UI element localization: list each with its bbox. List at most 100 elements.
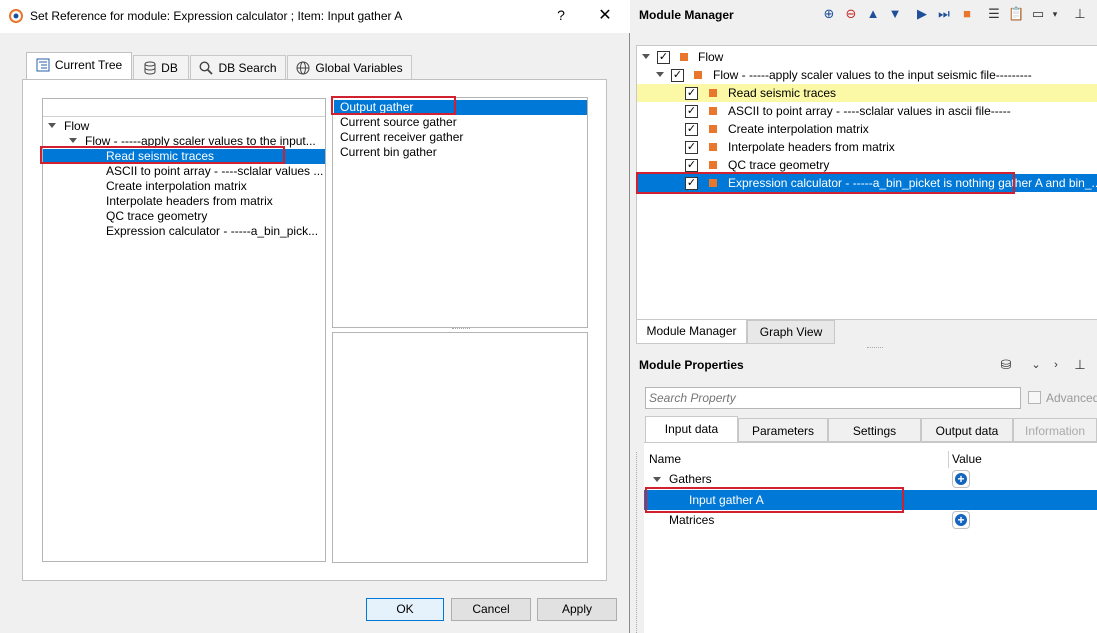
close-button[interactable]: ✕ [596,5,614,25]
plus-icon: + [957,472,965,486]
layout-icon[interactable]: ▭ [1030,6,1046,22]
tab-information[interactable]: Information [1013,418,1097,442]
tab-db-search[interactable]: DB Search [190,55,286,80]
add-module-icon[interactable]: ⊕ [821,6,837,22]
pin-icon[interactable]: ⊥ [1072,6,1088,22]
table-row-gathers[interactable]: Gathers + [644,469,1097,489]
reference-item-current-source-gather[interactable]: Current source gather [334,115,587,130]
run-step-icon[interactable]: ⏭ [936,6,952,22]
mm-tree-item-ascii-to-point-array[interactable]: ✓ ASCII to point array - ----sclalar val… [637,102,1097,120]
tab-module-manager[interactable]: Module Manager [636,320,747,344]
checkbox-icon[interactable]: ✓ [685,105,698,118]
tree-item-expression-calculator[interactable]: Expression calculator - -----a_bin_pick.… [106,224,318,239]
mm-item-label: Create interpolation matrix [728,122,869,136]
ok-button[interactable]: OK [366,598,444,621]
tree-item-read-seismic-traces[interactable]: Read seismic traces [43,149,325,164]
mm-tree-item-expression-calculator[interactable]: ✓ Expression calculator - -----a_bin_pic… [637,174,1097,192]
tree-item-ascii-to-point-array[interactable]: ASCII to point array - ----sclalar value… [106,164,323,179]
mm-tree-item-flow[interactable]: ✓ Flow - -----apply scaler values to the… [637,66,1097,84]
checkbox-icon[interactable]: ✓ [685,123,698,136]
mm-item-label: Expression calculator - -----a_bin_picke… [728,176,1097,190]
search-icon [199,61,214,75]
current-tree-view[interactable]: Flow Flow - -----apply scaler values to … [42,98,326,562]
chevron-right-icon[interactable]: › [1048,357,1064,373]
chevron-down-icon[interactable]: ▾ [1047,6,1063,22]
database-icon [144,61,156,75]
help-button[interactable]: ? [553,7,569,23]
checkbox-icon[interactable]: ✓ [685,159,698,172]
tab-output-data[interactable]: Output data [921,418,1013,442]
tree-item-label: Expression calculator - -----a_bin_pick.… [106,224,319,238]
table-row-matrices[interactable]: Matrices + [644,510,1097,530]
clipboard-icon[interactable]: 📋 [1008,6,1024,22]
move-down-icon[interactable]: ▼ [887,6,903,22]
tab-global-variables[interactable]: Global Variables [287,55,412,80]
tab-label: Global Variables [315,61,403,75]
add-gather-button[interactable]: + [952,470,970,488]
row-label: Input gather A [689,493,764,507]
tree-header [43,99,325,117]
stop-icon[interactable]: ■ [959,6,975,22]
mm-tree-item-create-interpolation-matrix[interactable]: ✓ Create interpolation matrix [637,120,1097,138]
tree-item-flow[interactable]: Flow - -----apply scaler values to the i… [69,134,325,149]
splitter-handle[interactable] [636,452,639,633]
right-panels: Module Manager ⊕ ⊖ ▲ ▼ ▶ ⏭ ■ ☰ 📋 ▭ ▾ ⊥ ✓… [636,0,1097,633]
tab-current-tree[interactable]: Current Tree [26,52,132,80]
tree-item-create-interpolation-matrix[interactable]: Create interpolation matrix [106,179,247,194]
tab-settings[interactable]: Settings [828,418,921,442]
advanced-label: Advanced [1046,391,1097,405]
module-manager-title: Module Manager [639,8,734,22]
row-label: Gathers [669,472,712,486]
tree-item-qc-trace-geometry[interactable]: QC trace geometry [106,209,207,224]
tab-label: DB Search [218,61,277,75]
add-matrix-button[interactable]: + [952,511,970,529]
reference-label: Current receiver gather [340,130,464,144]
module-manager-tree[interactable]: ✓ Flow ✓ Flow - -----apply scaler values… [636,45,1097,320]
tree-item-label: Flow [64,119,90,133]
column-header-name: Name [649,452,682,466]
search-property-input[interactable] [645,387,1021,409]
table-header: Name Value [644,451,1097,468]
splitter-handle[interactable] [452,328,470,331]
checkbox-icon[interactable]: ✓ [685,141,698,154]
tab-parameters[interactable]: Parameters [738,418,828,442]
list-icon[interactable]: ☰ [986,6,1002,22]
tree-item-flow-root[interactable]: Flow [48,119,89,134]
tree-item-label: Interpolate headers from matrix [106,194,273,208]
move-up-icon[interactable]: ▲ [865,6,881,22]
tab-graph-view[interactable]: Graph View [747,320,835,344]
reference-item-output-gather[interactable]: Output gather [334,100,587,115]
pin-icon[interactable]: ⊥ [1072,357,1088,373]
reference-list[interactable]: Output gather Current source gather Curr… [332,97,588,328]
mm-tree-item-read-seismic-traces[interactable]: ✓ Read seismic traces [637,84,1097,102]
checkbox-icon[interactable]: ✓ [685,87,698,100]
reference-item-current-bin-gather[interactable]: Current bin gather [334,145,587,160]
mm-item-label: Flow [698,50,724,64]
remove-module-icon[interactable]: ⊖ [843,6,859,22]
cancel-button[interactable]: Cancel [451,598,531,621]
chevron-down-icon[interactable]: ⌄ [1028,357,1044,373]
apply-button[interactable]: Apply [537,598,617,621]
expand-arrow-icon [69,138,77,143]
table-row-input-gather-a[interactable]: Input gather A [644,490,1097,510]
tab-input-data[interactable]: Input data [645,416,738,443]
tree-item-label: QC trace geometry [106,209,208,223]
tree-item-interpolate-headers[interactable]: Interpolate headers from matrix [106,194,273,209]
expand-arrow-icon [656,72,664,77]
database-settings-icon[interactable]: ⛁ [998,357,1014,373]
reference-item-current-receiver-gather[interactable]: Current receiver gather [334,130,587,145]
mm-tree-item-flow-root[interactable]: ✓ Flow [637,48,1097,66]
splitter-handle[interactable] [867,347,883,348]
checkbox-icon[interactable]: ✓ [685,177,698,190]
run-icon[interactable]: ▶ [914,6,930,22]
mm-tree-item-qc-trace-geometry[interactable]: ✓ QC trace geometry [637,156,1097,174]
checkbox-icon[interactable]: ✓ [657,51,670,64]
reference-label: Output gather [340,100,414,114]
module-square-icon [694,71,702,79]
expand-arrow-icon [653,477,661,482]
advanced-checkbox[interactable] [1028,391,1041,404]
dialog-title-bar: Set Reference for module: Expression cal… [0,0,630,33]
tab-db[interactable]: DB [133,55,189,80]
mm-tree-item-interpolate-headers[interactable]: ✓ Interpolate headers from matrix [637,138,1097,156]
checkbox-icon[interactable]: ✓ [671,69,684,82]
